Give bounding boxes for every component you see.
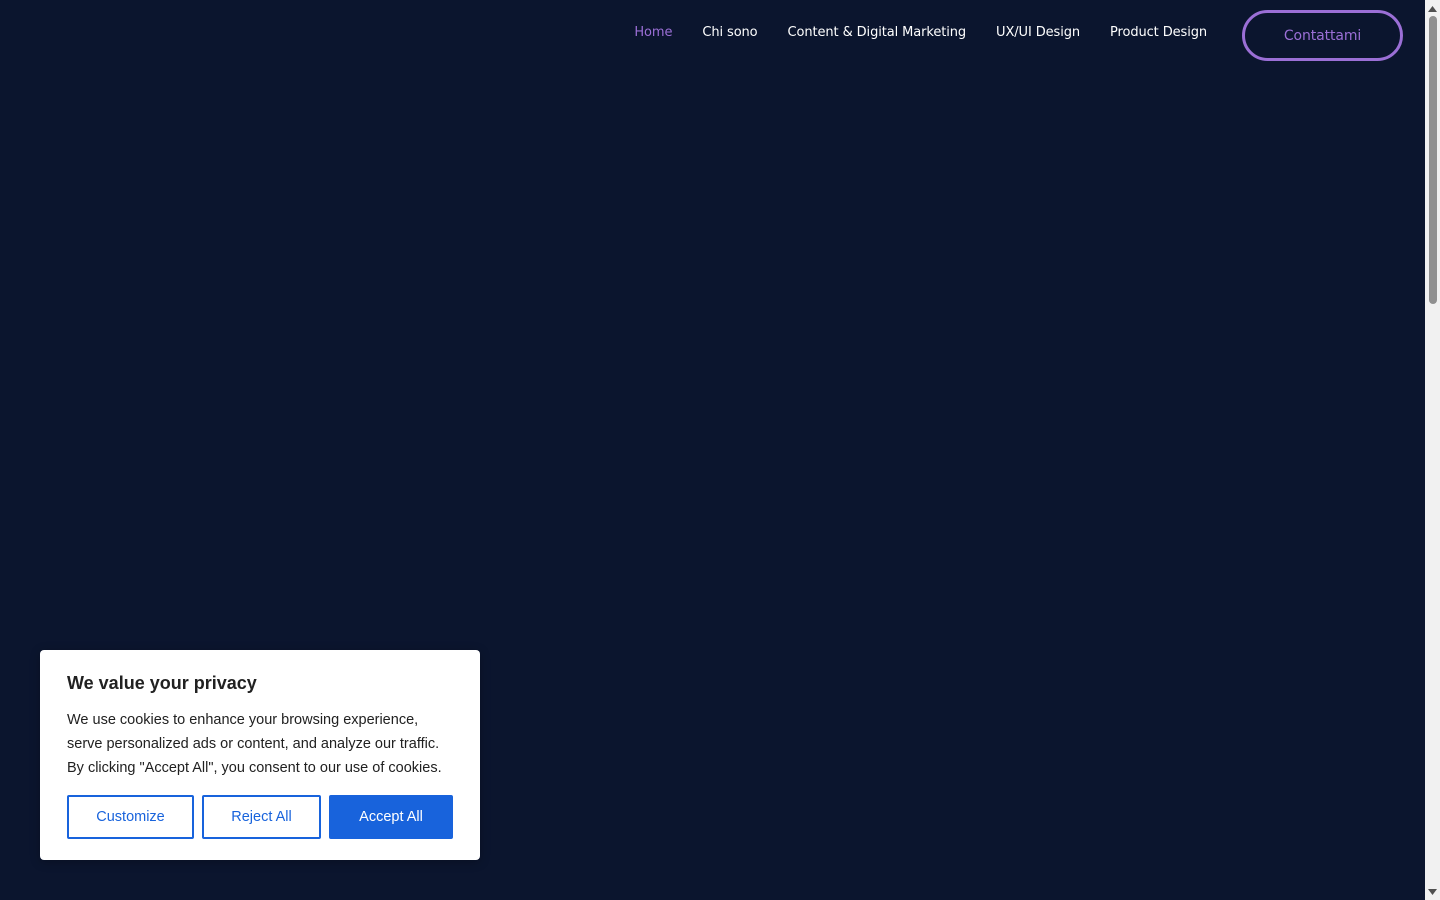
nav-link-ux-ui-design[interactable]: UX/UI Design	[996, 25, 1080, 41]
viewport: Home Chi sono Content & Digital Marketin…	[0, 0, 1425, 900]
accept-all-button[interactable]: Accept All	[329, 795, 453, 839]
chevron-down-icon[interactable]	[1428, 887, 1437, 896]
cookie-button-group: Customize Reject All Accept All	[67, 795, 453, 839]
contact-button[interactable]: Contattami	[1242, 10, 1403, 61]
scrollbar-thumb[interactable]	[1429, 16, 1437, 304]
nav-link-home[interactable]: Home	[634, 25, 672, 41]
cookie-description: We use cookies to enhance your browsing …	[67, 712, 442, 776]
customize-button[interactable]: Customize	[67, 795, 194, 839]
site-header: Home Chi sono Content & Digital Marketin…	[0, 0, 1425, 70]
nav-link-product-design[interactable]: Product Design	[1110, 25, 1207, 41]
nav-link-content-digital-marketing[interactable]: Content & Digital Marketing	[788, 25, 967, 41]
chevron-up-icon[interactable]	[1428, 4, 1437, 13]
reject-all-button[interactable]: Reject All	[202, 795, 321, 839]
cookie-title: We value your privacy	[67, 673, 257, 693]
nav-link-chi-sono[interactable]: Chi sono	[702, 25, 757, 41]
cookie-consent-banner: We value your privacy We use cookies to …	[40, 650, 480, 860]
vertical-scrollbar[interactable]	[1425, 0, 1440, 900]
page: Home Chi sono Content & Digital Marketin…	[0, 0, 1440, 900]
main-nav: Home Chi sono Content & Digital Marketin…	[634, 25, 1207, 41]
